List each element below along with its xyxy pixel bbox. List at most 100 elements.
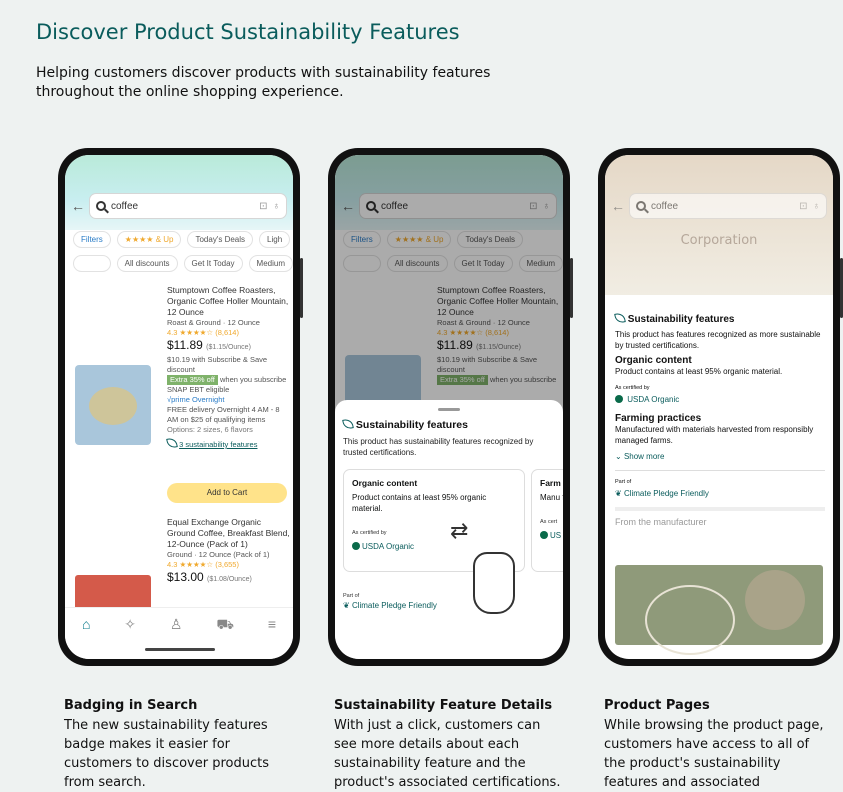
sustainability-sheet: Sustainability features This product has… bbox=[335, 400, 563, 659]
usda-icon bbox=[540, 531, 548, 539]
caption-title: Product Pages bbox=[604, 698, 710, 713]
home-indicator bbox=[145, 648, 215, 651]
prime-label: √prime Overnight bbox=[167, 395, 225, 404]
feature-body-organic: Product contains at least 95% organic ma… bbox=[615, 367, 783, 376]
delivery-info: FREE delivery Overnight 4 AM - 8 AM on $… bbox=[167, 405, 280, 424]
rating-chip-label: ★★★★ & Up bbox=[124, 235, 174, 244]
microphone-icon[interactable]: ♁ bbox=[813, 201, 821, 212]
home-icon[interactable]: ⌂ bbox=[82, 616, 90, 632]
rating-chip[interactable]: ★★★★ & Up bbox=[116, 231, 182, 248]
bottom-nav: ⌂ ✧ ♙ ⛟ ≡ bbox=[65, 607, 293, 659]
show-more-link[interactable]: ⌄ Show more bbox=[615, 451, 825, 462]
product-form: Roast & Ground · 12 Ounce bbox=[167, 318, 260, 327]
search-input[interactable]: coffee ⊡ ♁ bbox=[89, 193, 287, 219]
sheet-title: Sustainability features bbox=[342, 418, 555, 431]
caption-product-pages: Product Pages While browsing the product… bbox=[604, 696, 834, 792]
sustainability-link[interactable]: 3 sustainability features bbox=[179, 440, 257, 449]
cert-by-label: As certified by bbox=[615, 385, 650, 391]
sheet-description: This product has sustainability features… bbox=[343, 437, 534, 457]
price-value: $11.89 bbox=[167, 338, 203, 352]
back-arrow-icon[interactable]: ← bbox=[71, 198, 85, 214]
search-query: coffee bbox=[111, 200, 139, 212]
microphone-icon[interactable]: ♁ bbox=[273, 201, 281, 212]
snap-ebt: SNAP EBT eligible bbox=[167, 385, 230, 394]
caption-title: Sustainability Feature Details bbox=[334, 698, 553, 713]
get-it-today-chip[interactable]: Get It Today bbox=[183, 255, 243, 272]
camera-scan-icon[interactable]: ⊡ bbox=[259, 201, 267, 212]
medium-chip[interactable]: Medium bbox=[248, 255, 293, 272]
stumptown-logo bbox=[645, 585, 735, 655]
product-rating[interactable]: 4.3 ★★★★☆ (8,614) bbox=[167, 328, 291, 338]
light-chip[interactable]: Ligh bbox=[259, 231, 291, 248]
product-price: $11.89 ($1.15/Ounce) bbox=[167, 338, 291, 353]
card-cert[interactable]: US bbox=[540, 530, 563, 541]
section-title-text: Sustainability features bbox=[627, 314, 735, 325]
climate-pledge-link[interactable]: ❦ Climate Pledge Friendly bbox=[343, 601, 437, 610]
feature-title-farming: Farming practices bbox=[615, 413, 702, 424]
phone-screen: ← coffee ⊡ ♁ Filters ★★★★ & Up Today's D… bbox=[65, 155, 293, 659]
card-cert[interactable]: USDA Organic bbox=[352, 541, 516, 552]
camera-scan-icon[interactable]: ⊡ bbox=[799, 201, 807, 212]
hand-pointer-icon bbox=[473, 552, 515, 614]
swipe-arrows-icon: ⇄ bbox=[450, 518, 469, 543]
product-price-2: $13.00 ($1.08/Ounce) bbox=[167, 570, 291, 585]
options-link[interactable]: Options: 2 sizes, 6 flavors bbox=[167, 425, 291, 435]
menu-icon[interactable]: ≡ bbox=[268, 616, 276, 632]
prime-toggle[interactable] bbox=[73, 255, 111, 272]
phone-product-page: Corporation ← coffee ⊡ ♁ Sustainability … bbox=[598, 148, 843, 666]
leaf-icon bbox=[342, 418, 354, 430]
product-form-2: Ground · 12 Ounce (Pack of 1) bbox=[167, 550, 270, 559]
search-input[interactable]: coffee ⊡ ♁ bbox=[629, 193, 827, 219]
image-decoration bbox=[745, 570, 805, 630]
inspire-icon[interactable]: ✧ bbox=[124, 616, 136, 633]
card-body: Manu from bbox=[540, 493, 563, 502]
caption-title: Badging in Search bbox=[64, 698, 198, 713]
cart-icon[interactable]: ⛟ bbox=[216, 616, 234, 635]
product-title[interactable]: Stumptown Coffee Roasters, Organic Coffe… bbox=[167, 285, 291, 318]
usda-cert-link[interactable]: USDA Organic bbox=[615, 394, 825, 405]
caption-body: The new sustainability features badge ma… bbox=[64, 718, 269, 790]
product-card-2[interactable]: Equal Exchange Organic Ground Coffee, Br… bbox=[167, 517, 291, 587]
sustainability-badge[interactable]: 3 sustainability features bbox=[166, 437, 291, 450]
extra-discount: Extra 35% off when you subscribe bbox=[167, 375, 291, 385]
manufacturer-image[interactable] bbox=[615, 565, 823, 655]
product-card[interactable]: Stumptown Coffee Roasters, Organic Coffe… bbox=[166, 285, 291, 450]
card-cert-label: US bbox=[550, 531, 562, 540]
price-value-2: $13.00 bbox=[167, 570, 204, 584]
search-query: coffee bbox=[651, 200, 679, 212]
price-unit-2: ($1.08/Ounce) bbox=[207, 576, 252, 583]
manufacturer-heading: From the manufacturer bbox=[615, 507, 825, 528]
filters-chip[interactable]: Filters bbox=[73, 231, 111, 248]
show-more-label: Show more bbox=[623, 452, 665, 461]
back-arrow-icon[interactable]: ← bbox=[611, 198, 625, 214]
sheet-title-text: Sustainability features bbox=[355, 419, 468, 431]
feature-body-farming: Manufactured with materials harvested fr… bbox=[615, 425, 814, 445]
cpf-icon: ❦ bbox=[343, 601, 350, 610]
leaf-icon bbox=[166, 437, 178, 449]
feature-card-farming[interactable]: Farm Manu from As cert US bbox=[531, 469, 563, 572]
product-rating-2[interactable]: 4.3 ★★★★☆ (3,655) bbox=[167, 560, 291, 570]
search-bar-row-3: ← coffee ⊡ ♁ bbox=[611, 191, 827, 221]
product-image[interactable] bbox=[75, 365, 151, 445]
product-title-2[interactable]: Equal Exchange Organic Ground Coffee, Br… bbox=[167, 517, 291, 550]
part-of-label: Part of bbox=[615, 470, 825, 488]
todays-deals-chip[interactable]: Today's Deals bbox=[187, 231, 254, 248]
page-title: Discover Product Sustainability Features bbox=[36, 20, 460, 44]
add-to-cart-button[interactable]: Add to Cart bbox=[167, 483, 287, 503]
caption-body: With just a click, customers can see mor… bbox=[334, 718, 561, 790]
all-discounts-chip[interactable]: All discounts bbox=[116, 255, 178, 272]
card-body: Product contains at least 95% organic ma… bbox=[352, 493, 487, 513]
search-icon bbox=[636, 201, 646, 211]
section-title: Sustainability features bbox=[614, 312, 825, 325]
subscribe-save: $10.19 with Subscribe & Save discount bbox=[167, 355, 268, 374]
sheet-handle[interactable] bbox=[438, 408, 460, 411]
account-icon[interactable]: ♙ bbox=[170, 616, 183, 633]
price-unit: ($1.15/Ounce) bbox=[206, 344, 251, 351]
usda-icon bbox=[352, 542, 360, 550]
search-icon bbox=[96, 201, 106, 211]
card-cert-by: As certified by bbox=[352, 530, 387, 536]
cpf-label: Climate Pledge Friendly bbox=[623, 489, 709, 498]
card-title: Organic content bbox=[352, 478, 418, 488]
climate-pledge-link[interactable]: ❦ Climate Pledge Friendly bbox=[615, 488, 825, 499]
leaf-icon bbox=[614, 312, 626, 324]
